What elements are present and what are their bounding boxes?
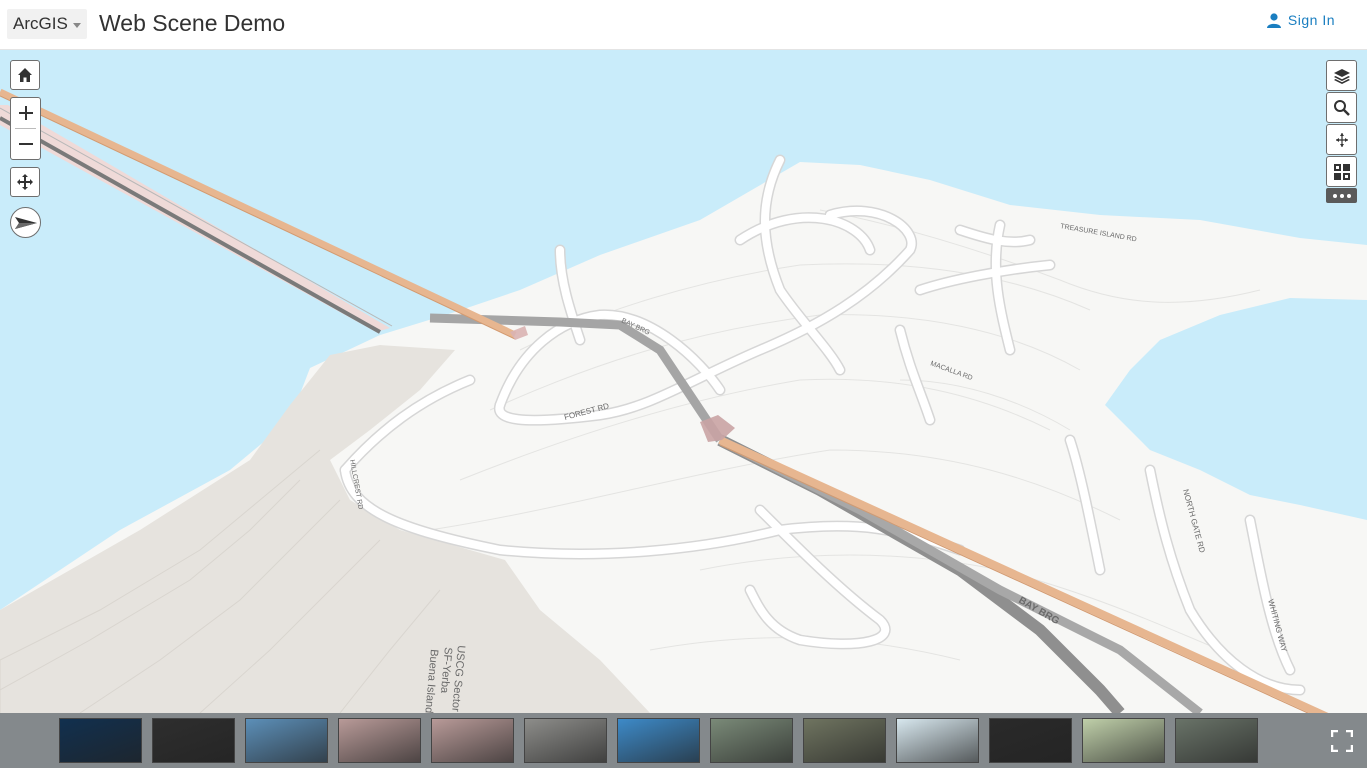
- zoom-out-button[interactable]: [11, 129, 40, 159]
- basemap-gallery-button[interactable]: [1326, 156, 1357, 187]
- page-title: Web Scene Demo: [99, 10, 286, 36]
- compass-icon: [14, 216, 37, 229]
- zoom-control: [10, 97, 41, 160]
- fullscreen-button[interactable]: [1330, 729, 1354, 753]
- slide-thumbnail[interactable]: [1082, 718, 1165, 763]
- slide-thumbnail[interactable]: [431, 718, 514, 763]
- zoom-in-button[interactable]: [11, 98, 40, 128]
- navigate-button[interactable]: [1326, 124, 1357, 155]
- arcgis-app-switcher[interactable]: ArcGIS: [7, 9, 87, 39]
- navigate-icon: [1335, 132, 1348, 147]
- minus-icon: [18, 143, 33, 145]
- basemap-gallery-icon: [1333, 163, 1350, 180]
- right-toolbar: [1326, 60, 1358, 203]
- chevron-down-icon: [72, 22, 81, 28]
- slide-thumbnail[interactable]: [59, 718, 142, 763]
- scene-canvas[interactable]: BAY BRG BAY BRG FOREST RD USCG Sector SF…: [0, 50, 1367, 713]
- compass-button[interactable]: [10, 207, 41, 238]
- slide-thumbnail[interactable]: [989, 718, 1072, 763]
- slide-thumbnail[interactable]: [803, 718, 886, 763]
- app-switcher-label: ArcGIS: [13, 14, 68, 33]
- home-button[interactable]: [10, 60, 40, 90]
- plus-icon: [18, 106, 33, 120]
- more-icon: [1332, 193, 1337, 198]
- slide-thumbnail[interactable]: [710, 718, 793, 763]
- home-icon: [18, 68, 32, 82]
- pan-button[interactable]: [10, 167, 40, 197]
- search-button[interactable]: [1326, 92, 1357, 123]
- slide-thumbnail[interactable]: [245, 718, 328, 763]
- slide-thumbnail[interactable]: [896, 718, 979, 763]
- slide-thumbnail[interactable]: [617, 718, 700, 763]
- slide-thumbnail[interactable]: [152, 718, 235, 763]
- more-button[interactable]: [1326, 188, 1357, 203]
- slide-thumbnail[interactable]: [1175, 718, 1258, 763]
- user-icon: [1266, 13, 1281, 28]
- layers-icon: [1333, 68, 1350, 84]
- slides-bar: [0, 713, 1367, 768]
- pan-icon: [17, 174, 33, 190]
- scene-view[interactable]: BAY BRG BAY BRG FOREST RD USCG Sector SF…: [0, 50, 1367, 713]
- slide-thumbnail[interactable]: [524, 718, 607, 763]
- search-icon: [1333, 99, 1350, 116]
- slide-thumbnail[interactable]: [338, 718, 421, 763]
- sign-in-label: Sign In: [1287, 12, 1335, 28]
- fullscreen-icon: [1330, 729, 1354, 753]
- app-header: ArcGIS Web Scene Demo Sign In: [0, 0, 1367, 50]
- sign-in-link[interactable]: Sign In: [1266, 12, 1335, 28]
- layers-button[interactable]: [1326, 60, 1357, 91]
